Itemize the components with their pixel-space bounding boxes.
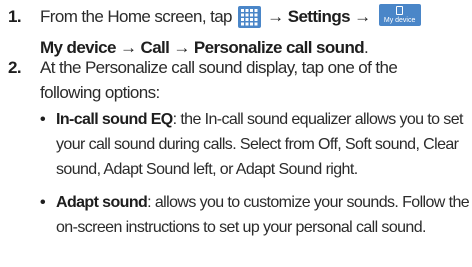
step-2: 2. At the Personalize call sound display… [0,55,472,105]
option-line-2: on-screen instructions to set up your pe… [56,219,426,236]
step-number: 2. [8,58,22,77]
step-1: 1. From the Home screen, tap → Settings … [0,4,472,57]
step-2-line-1: At the Personalize call sound display, t… [40,58,398,77]
settings-label: Settings [287,7,351,26]
step-body: At the Personalize call sound display, t… [40,55,472,105]
step-1-line-1: From the Home screen, tap → Settings → M… [40,4,472,35]
option-in-call-sound-eq: • In-call sound EQ: the In-call sound eq… [40,107,472,182]
step-2-line-2: following options: [40,83,160,102]
step-number: 1. [8,7,22,26]
arrow: → [354,7,371,26]
option-line-2: your call sound during calls. Select fro… [56,136,459,153]
my-device-icon-caption: My device [383,17,416,24]
bullet: • [40,194,46,211]
option-term: Adapt sound [56,194,148,211]
option-line-1: Adapt sound: allows you to customize you… [56,190,472,215]
manual-page: 1. From the Home screen, tap → Settings … [0,0,472,267]
apps-grid-icon [238,6,262,35]
option-text: In-call sound EQ: the In-call sound equa… [56,107,472,182]
arrow: → [267,7,284,26]
bullet: • [40,111,46,128]
option-line-3: sound, Adapt Sound left, or Adapt Sound … [56,161,358,178]
option-text: Adapt sound: allows you to customize you… [56,190,472,240]
option-description: : allows you to customize your sounds. F… [147,194,470,211]
step-body: From the Home screen, tap → Settings → M… [40,4,472,60]
phone-glyph [395,6,403,15]
option-description: : the In-call sound equalizer allows you… [172,111,464,128]
step-text: From the Home screen, tap [40,7,233,26]
my-device-icon: My device [378,4,421,26]
option-term: In-call sound EQ [56,111,173,128]
option-line-1: In-call sound EQ: the In-call sound equa… [56,107,472,132]
option-adapt-sound: • Adapt sound: allows you to customize y… [40,190,472,240]
